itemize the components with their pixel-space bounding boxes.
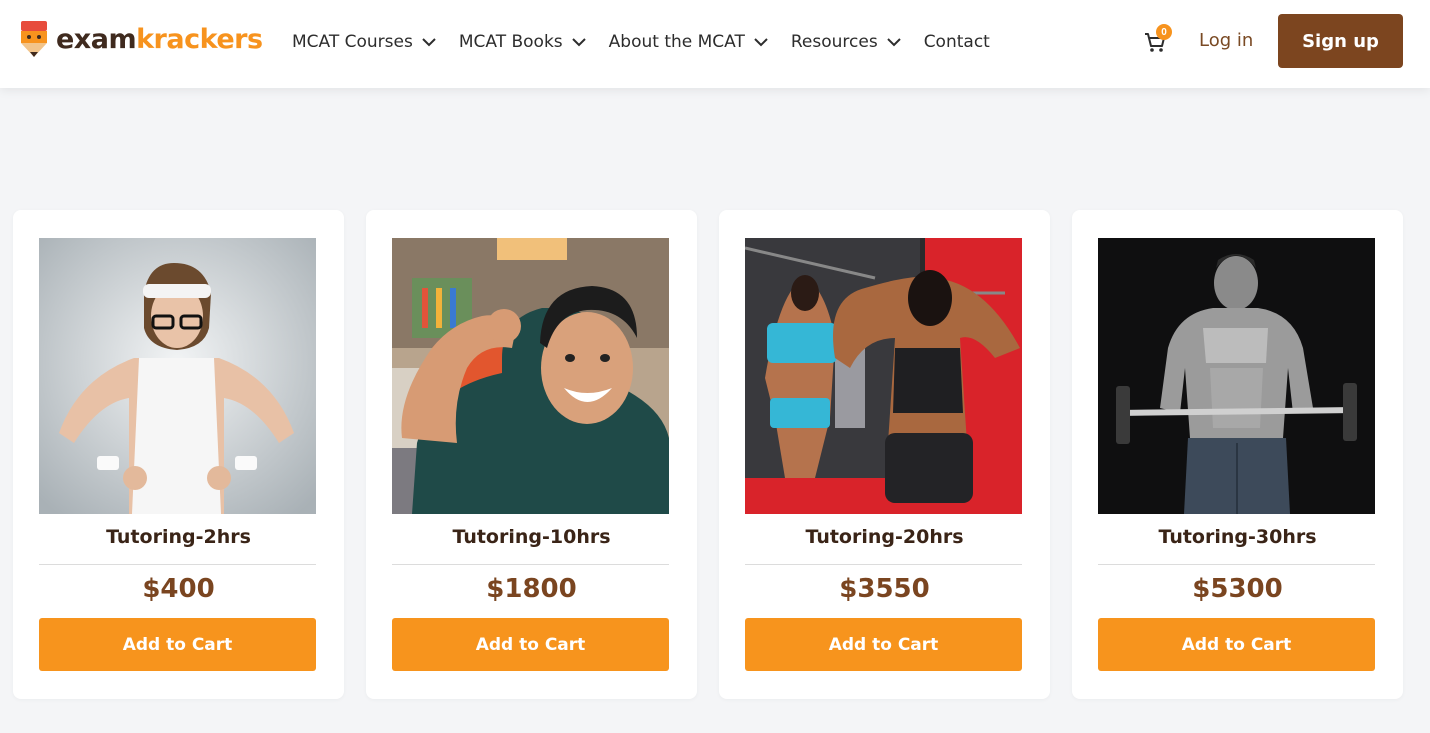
chevron-down-icon — [753, 34, 769, 50]
add-to-cart-button[interactable]: Add to Cart — [1098, 618, 1375, 671]
examkrackers-logo[interactable]: examkrackers — [20, 18, 263, 60]
cart-button[interactable]: 0 — [1142, 24, 1172, 56]
product-image[interactable] — [392, 238, 669, 514]
logo-text-krackers: krackers — [136, 23, 263, 55]
product-card: Tutoring-20hrs $3550 Add to Cart — [719, 210, 1050, 699]
cart-count-badge: 0 — [1156, 24, 1172, 40]
nav-about-the-mcat[interactable]: About the MCAT — [609, 32, 769, 52]
chevron-down-icon — [571, 34, 587, 50]
product-image[interactable] — [1098, 238, 1375, 514]
product-title: Tutoring-30hrs — [1158, 526, 1317, 548]
pencil-logo-icon — [20, 19, 48, 59]
nav-item-label: Contact — [923, 32, 990, 52]
product-price: $400 — [142, 574, 215, 604]
bodybuilder-with-barbell-photo — [1098, 238, 1375, 514]
product-title: Tutoring-10hrs — [452, 526, 611, 548]
person-in-headband-flexing-photo — [39, 238, 316, 514]
nav-contact[interactable]: Contact — [924, 32, 990, 52]
smiling-man-flexing-photo — [392, 238, 669, 514]
nav-mcat-books[interactable]: MCAT Books — [459, 32, 587, 52]
add-to-cart-button[interactable]: Add to Cart — [745, 618, 1022, 671]
logo-wordmark: examkrackers — [56, 24, 263, 55]
product-card: Tutoring-10hrs $1800 Add to Cart — [366, 210, 697, 699]
add-to-cart-button[interactable]: Add to Cart — [392, 618, 669, 671]
product-image[interactable] — [39, 238, 316, 514]
nav-item-label: MCAT Books — [458, 32, 563, 52]
divider — [39, 564, 316, 565]
top-navbar: examkrackers MCAT Courses MCAT Books Abo… — [0, 0, 1430, 88]
add-to-cart-button[interactable]: Add to Cart — [39, 618, 316, 671]
product-title: Tutoring-2hrs — [106, 526, 251, 548]
nav-item-label: About the MCAT — [608, 32, 745, 52]
nav-mcat-courses[interactable]: MCAT Courses — [292, 32, 437, 52]
divider — [1098, 564, 1375, 565]
product-price: $3550 — [839, 574, 930, 604]
women-at-gym-photo — [745, 238, 1022, 514]
divider — [392, 564, 669, 565]
divider — [745, 564, 1022, 565]
signup-button[interactable]: Sign up — [1278, 14, 1403, 68]
product-title: Tutoring-20hrs — [805, 526, 964, 548]
chevron-down-icon — [421, 34, 437, 50]
main-nav: MCAT Courses MCAT Books About the MCAT R… — [292, 28, 1012, 56]
login-link[interactable]: Log in — [1199, 30, 1253, 51]
logo-text-exam: exam — [56, 23, 137, 55]
nav-item-label: MCAT Courses — [292, 32, 413, 52]
nav-item-label: Resources — [790, 32, 878, 52]
product-price: $5300 — [1192, 574, 1283, 604]
nav-resources[interactable]: Resources — [791, 32, 902, 52]
product-price: $1800 — [486, 574, 577, 604]
product-card: Tutoring-30hrs $5300 Add to Cart — [1072, 210, 1403, 699]
product-image[interactable] — [745, 238, 1022, 514]
chevron-down-icon — [886, 34, 902, 50]
product-card: Tutoring-2hrs $400 Add to Cart — [13, 210, 344, 699]
